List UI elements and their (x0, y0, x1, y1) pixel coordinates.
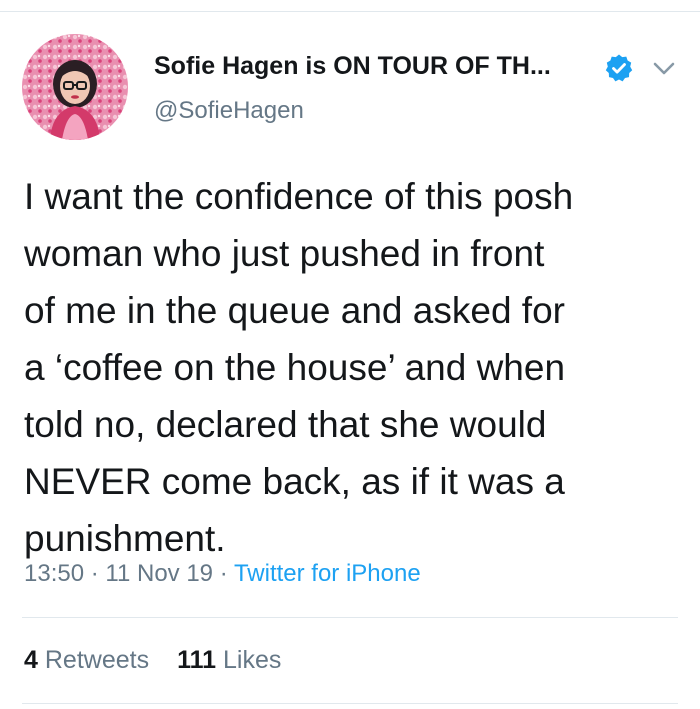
meta-separator: · (90, 560, 99, 587)
tweet-date[interactable]: 11 Nov 19 (105, 560, 213, 587)
tweet-text: I want the confidence of this posh woman… (24, 176, 574, 559)
divider (22, 617, 678, 618)
chevron-down-icon[interactable] (650, 56, 678, 80)
divider (22, 703, 678, 704)
verified-badge-icon (605, 54, 633, 82)
likes-count: 111 (177, 646, 217, 674)
author-handle[interactable]: @SofieHagen (154, 97, 304, 125)
retweets-stat[interactable]: 4 Retweets (24, 646, 149, 674)
likes-stat[interactable]: 111 Likes (177, 646, 281, 674)
tweet-meta: 13:50 · 11 Nov 19 · Twitter for iPhone (24, 560, 421, 588)
avatar-image (22, 34, 128, 140)
likes-label: Likes (222, 646, 282, 674)
retweets-count: 4 (24, 646, 38, 674)
tweet-stats: 4 Retweets 111 Likes (24, 646, 281, 675)
tweet-source-link[interactable]: Twitter for iPhone (234, 560, 421, 587)
tweet-header: Sofie Hagen is ON TOUR OF TH... @SofieHa… (22, 30, 682, 140)
author-name[interactable]: Sofie Hagen is ON TOUR OF TH... (154, 52, 551, 81)
retweets-label: Retweets (44, 646, 150, 674)
avatar[interactable] (22, 34, 128, 140)
meta-separator: · (219, 560, 228, 587)
top-divider (0, 0, 700, 12)
tweet-time[interactable]: 13:50 (24, 560, 84, 587)
